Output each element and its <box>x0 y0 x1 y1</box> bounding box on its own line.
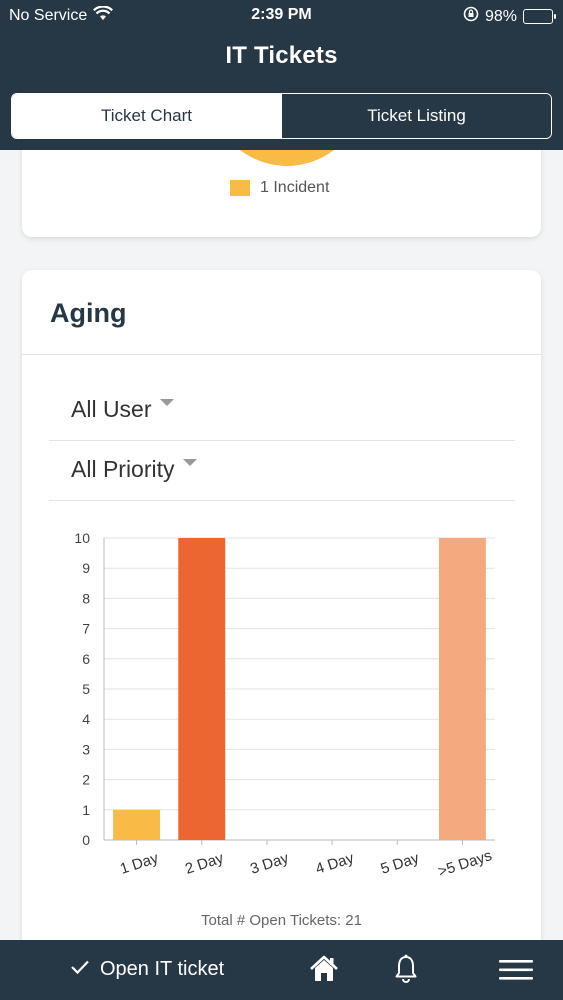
page-title: IT Tickets <box>225 42 338 69</box>
y-tick-label: 9 <box>82 560 90 576</box>
total-open-tickets: Total # Open Tickets: 21 <box>201 912 362 929</box>
y-tick-label: 2 <box>82 772 90 788</box>
caret-down-icon <box>159 399 174 407</box>
y-tick-label: 0 <box>82 832 90 848</box>
x-tick-label: 1 Day <box>118 849 161 877</box>
tab-ticket-listing[interactable]: Ticket Listing <box>281 94 551 138</box>
y-tick-label: 3 <box>82 741 90 757</box>
x-tick-label: 2 Day <box>183 849 226 877</box>
aging-card: Aging All User All Priority 0 1 2 3 4 5 6 7 8 9 10… <box>22 270 541 970</box>
user-filter-label: All User <box>71 396 152 422</box>
battery-percent: 98% <box>484 7 517 25</box>
y-tick-label: 10 <box>74 530 90 546</box>
check-icon <box>70 958 90 981</box>
x-tick-label: 3 Day <box>248 849 291 877</box>
tab-ticket-chart[interactable]: Ticket Chart <box>12 94 281 138</box>
caret-down-icon <box>182 459 197 467</box>
bottom-nav: Open IT ticket <box>0 940 563 1000</box>
battery-icon <box>523 9 556 24</box>
orientation-lock-icon <box>463 6 479 27</box>
bar <box>113 809 161 840</box>
status-bar: No Service 2:39 PM 98% <box>0 4 563 26</box>
home-icon[interactable] <box>309 955 339 988</box>
y-tick-label: 7 <box>82 621 90 637</box>
y-tick-label: 4 <box>82 711 90 727</box>
x-tick-label: 5 Day <box>379 849 422 877</box>
pie-legend: 1 Incident <box>230 179 329 197</box>
view-tabs: Ticket Chart Ticket Listing <box>11 93 552 139</box>
app-header: No Service 2:39 PM 98% IT Tickets Ticket… <box>0 0 563 150</box>
x-tick-label: 4 Day <box>313 849 356 877</box>
legend-swatch <box>230 180 250 196</box>
y-tick-label: 8 <box>82 590 90 606</box>
priority-filter-label: All Priority <box>71 456 175 482</box>
y-tick-label: 5 <box>82 681 90 697</box>
priority-filter-dropdown[interactable]: All Priority <box>49 441 515 501</box>
open-ticket-button[interactable]: Open IT ticket <box>70 958 224 981</box>
hamburger-menu-icon[interactable] <box>499 959 533 986</box>
x-tick-label: >5 Days <box>436 847 494 880</box>
user-filter-dropdown[interactable]: All User <box>49 381 515 441</box>
divider <box>22 354 541 355</box>
y-tick-label: 1 <box>82 802 90 818</box>
aging-title: Aging <box>50 298 127 328</box>
open-ticket-label: Open IT ticket <box>100 958 225 980</box>
bar <box>438 538 486 840</box>
bar <box>178 538 226 840</box>
aging-bar-chart: 0 1 2 3 4 5 6 7 8 9 10 1 Day 2 Day 3 Day 4 Day 5 Day >5 … <box>74 530 495 880</box>
y-tick-label: 6 <box>82 651 90 667</box>
legend-label: 1 Incident <box>260 179 330 196</box>
notification-bell-icon[interactable] <box>394 954 418 989</box>
